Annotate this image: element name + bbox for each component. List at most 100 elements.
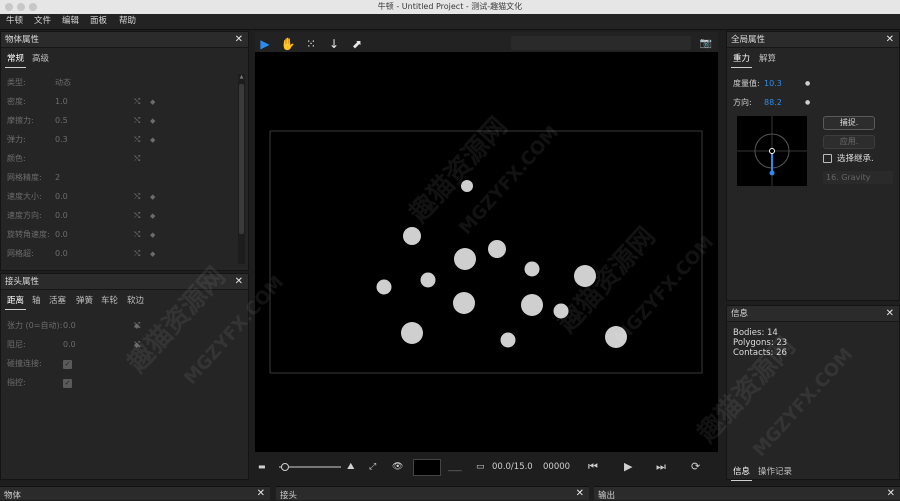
shuffle-icon[interactable]: ⤭ [134,208,140,224]
property-row[interactable]: 速度方向: 0.0 ⤭ ◆ [7,208,235,224]
step-forward-icon[interactable]: ⏭ [656,458,666,476]
toolbar-field[interactable] [511,36,691,50]
close-icon[interactable]: ✕ [576,487,584,501]
property-row[interactable]: 碰撞连接: ✓ [7,356,235,372]
gravity-magnitude-value[interactable]: 10.3 [764,76,782,92]
shuffle-icon[interactable]: ⤭ [134,94,140,110]
gravity-preset-select[interactable]: 16. Gravity [823,171,893,184]
tab-piston[interactable]: 活塞 [49,294,66,308]
play-icon[interactable]: ▶ [624,458,632,476]
property-row[interactable]: 密度: 1.0 ⤭ ◆ [7,94,235,110]
keyframe-icon[interactable]: ◆ [134,337,139,353]
marquee-tool-icon[interactable]: ⁙ [303,36,319,52]
close-icon[interactable]: ✕ [257,487,265,501]
menu-file[interactable]: 文件 [34,14,51,29]
property-row[interactable]: 类型: 动态 [7,75,235,91]
shuffle-icon[interactable]: ⤭ [134,113,140,129]
tab-gravity[interactable]: 重力 [730,52,753,68]
body-circle[interactable] [420,272,436,288]
body-circle[interactable] [403,227,421,245]
property-row[interactable]: 速度大小: 0.0 ⤭ ◆ [7,189,235,205]
property-row[interactable]: 弹力: 0.3 ⤭ ◆ [7,132,235,148]
tab-spring[interactable]: 弹簧 [76,294,93,308]
keyframe-dot-icon[interactable]: ● [805,76,810,92]
close-icon[interactable]: ✕ [887,487,895,501]
body-circle[interactable] [461,180,473,192]
tab-soft-edge[interactable]: 软边 [127,294,144,308]
line-style-icon[interactable]: ___ [448,458,462,476]
tab-history[interactable]: 操作记录 [758,465,792,479]
loop-icon[interactable]: ⟳ [691,458,700,476]
property-row[interactable]: 张力 (0=自动): 0.0 ⤭ ◆ [7,318,235,334]
scrollbar-thumb[interactable] [239,84,244,234]
zoom-slider-handle[interactable] [281,463,289,471]
keyframe-icon[interactable]: ◆ [150,113,155,129]
minimize-window-icon[interactable] [17,3,25,11]
control-checkbox[interactable]: ✓ [63,379,72,388]
down-arrow-tool-icon[interactable]: ↓ [326,36,342,52]
property-row[interactable]: 颜色: ⤭ [7,151,235,167]
shuffle-icon[interactable]: ⤭ [134,189,140,205]
eye-icon[interactable]: 👁 [392,458,403,476]
menu-panels[interactable]: 面板 [90,14,107,29]
frame-icon[interactable]: ▭ [476,458,485,476]
gravity-direction-dial[interactable] [737,116,807,186]
scene-viewport[interactable] [255,52,718,452]
shuffle-icon[interactable]: ⤭ [134,246,140,262]
inherit-checkbox[interactable] [823,154,832,163]
body-circle[interactable] [453,292,475,314]
body-circle[interactable] [500,332,516,348]
keyframe-icon[interactable]: ◆ [150,94,155,110]
zoom-slider[interactable] [279,463,341,471]
keyframe-dot-icon[interactable]: ● [805,95,810,111]
capture-button[interactable]: 捕捉. [823,116,875,130]
tab-info[interactable]: 信息 [730,465,753,481]
color-swatch[interactable] [413,459,441,476]
menu-app[interactable]: 牛顿 [6,14,23,29]
scrollbar[interactable]: ▲ [238,74,245,264]
zoom-fit-icon[interactable]: ⤢ [369,458,376,476]
diagonal-arrow-tool-icon[interactable]: ⬈ [349,36,365,52]
close-icon[interactable]: ✕ [235,274,243,290]
scrollbar-up-icon[interactable]: ▲ [238,74,245,82]
zoom-out-icon[interactable]: ▬ [258,458,266,476]
zoom-window-icon[interactable] [29,3,37,11]
close-window-icon[interactable] [5,3,13,11]
keyframe-icon[interactable]: ◆ [150,132,155,148]
body-circle[interactable] [605,326,627,348]
body-circle[interactable] [553,303,569,319]
close-icon[interactable]: ✕ [886,32,894,48]
tab-axis[interactable]: 轴 [32,294,41,308]
keyframe-icon[interactable]: ◆ [150,246,155,262]
apply-button[interactable]: 应用. [823,135,875,149]
menu-edit[interactable]: 编辑 [62,14,79,29]
body-circle[interactable] [521,294,543,316]
close-icon[interactable]: ✕ [886,306,894,322]
select-tool-icon[interactable]: ▶ [257,36,273,52]
keyframe-icon[interactable]: ◆ [134,318,139,334]
scene-canvas[interactable] [255,52,718,452]
body-circle[interactable] [524,261,540,277]
menu-help[interactable]: 帮助 [119,14,136,29]
traffic-lights[interactable] [5,3,39,11]
body-circle[interactable] [454,248,476,270]
camera-icon[interactable]: 📷 [698,36,714,52]
shuffle-icon[interactable]: ⤭ [134,227,140,243]
gravity-direction-value[interactable]: 88.2 [764,95,782,111]
tab-wheel[interactable]: 车轮 [101,294,118,308]
body-circle[interactable] [488,240,506,258]
tab-solver[interactable]: 解算 [759,52,776,66]
property-row[interactable]: 旋转角速度: 0.0 ⤭ ◆ [7,227,235,243]
close-icon[interactable]: ✕ [235,32,243,48]
shuffle-icon[interactable]: ⤭ [134,132,140,148]
property-row[interactable]: 网格超: 0.0 ⤭ ◆ [7,246,235,262]
hand-tool-icon[interactable]: ✋ [280,36,296,52]
tab-distance[interactable]: 距离 [4,294,27,310]
keyframe-icon[interactable]: ◆ [150,208,155,224]
body-circle[interactable] [574,265,596,287]
body-circle[interactable] [376,279,392,295]
gravity-vector-handle[interactable] [769,170,775,176]
body-circle[interactable] [401,322,423,344]
zoom-in-icon[interactable]: ⛰ [347,458,355,476]
collide-connected-checkbox[interactable]: ✓ [63,360,72,369]
